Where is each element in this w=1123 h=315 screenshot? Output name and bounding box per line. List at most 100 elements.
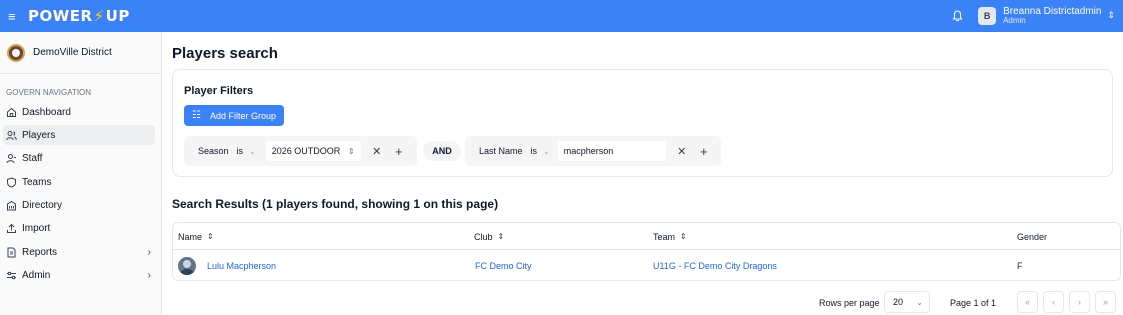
district-switcher[interactable]: DemoVille District [0, 32, 161, 74]
table-row: Lulu Macpherson FC Demo City U11G - FC D… [173, 250, 1120, 281]
sidebar-item-admin[interactable]: Admin › [3, 266, 155, 286]
column-header-gender: Gender [1017, 223, 1047, 250]
home-icon [6, 107, 17, 118]
column-label: Name [178, 231, 203, 242]
filter-field-select[interactable]: Last Name [479, 146, 523, 156]
sidebar-item-staff[interactable]: Staff [3, 149, 155, 169]
nav-section-title: GOVERN NAVIGATION [6, 88, 92, 97]
chevrons-right-icon: » [1102, 297, 1108, 307]
previous-page-button[interactable]: ‹ [1043, 291, 1064, 313]
user-role: Admin [1003, 16, 1026, 26]
table-header: Name ⇕ Club ⇕ Team ⇕ Gender [173, 223, 1120, 250]
team-link[interactable]: U11G - FC Demo City Dragons [653, 250, 777, 281]
users-icon [6, 130, 17, 141]
chevron-right-icon: › [147, 270, 151, 282]
add-filter-icon[interactable]: + [698, 144, 710, 159]
results-table: Name ⇕ Club ⇕ Team ⇕ Gender Lulu Macpherson… [172, 222, 1121, 281]
filter-connector-and[interactable]: AND [423, 141, 461, 161]
filter-settings-icon: ☷ [192, 110, 201, 121]
notifications-bell-icon[interactable] [950, 9, 964, 23]
add-filter-icon[interactable]: + [393, 144, 405, 159]
column-header-name[interactable]: Name ⇕ [178, 223, 214, 250]
sidebar-item-dashboard[interactable]: Dashboard [3, 102, 155, 122]
page-indicator: Page 1 of 1 [950, 298, 997, 308]
player-name-link[interactable]: Lulu Macpherson [178, 250, 276, 281]
page-title: Players search [172, 45, 278, 62]
rows-per-page-value: 20 [893, 297, 904, 307]
logo-text-up: UP [105, 7, 130, 25]
next-page-button[interactable]: › [1069, 291, 1090, 313]
sort-icon: ⇕ [680, 232, 687, 241]
sidebar-item-import[interactable]: Import [3, 219, 155, 239]
results-title: Search Results (1 players found, showing… [172, 197, 499, 211]
sidebar-item-players[interactable]: Players [3, 125, 155, 146]
player-name: Lulu Macpherson [207, 260, 277, 271]
sidebar-item-label: Reports [22, 246, 58, 258]
sidebar-item-label: Dashboard [22, 106, 71, 118]
chevron-down-icon[interactable]: ⌄ [543, 147, 550, 156]
sidebar-item-label: Teams [22, 176, 52, 188]
chevron-down-icon: ⌄ [916, 297, 923, 307]
add-filter-group-label: Add Filter Group [209, 110, 276, 121]
filter-group-season: Season is ⌄ 2026 OUTDOOR ⇕ ✕ + [184, 136, 417, 166]
club-link[interactable]: FC Demo City [475, 250, 532, 281]
chevrons-left-icon: « [1024, 297, 1030, 307]
column-header-team[interactable]: Team ⇕ [653, 223, 687, 250]
filter-value-text: macpherson [563, 146, 614, 156]
sort-icon: ⇕ [497, 232, 505, 241]
filters-title: Player Filters [184, 85, 254, 97]
remove-filter-icon[interactable]: ✕ [676, 145, 688, 158]
last-page-button[interactable]: » [1095, 291, 1116, 313]
chevron-right-icon: › [1078, 297, 1081, 307]
sidebar-item-directory[interactable]: Directory [3, 196, 155, 216]
sliders-icon [6, 270, 17, 281]
filter-group-last-name: Last Name is ⌄ macpherson ✕ + [465, 136, 721, 166]
rows-per-page-select[interactable]: 20 ⌄ [884, 291, 930, 313]
logo-bolt-icon: ⚡ [93, 7, 105, 25]
gender-cell: F [1017, 260, 1023, 271]
filter-operator-select[interactable]: is [531, 146, 538, 156]
sidebar-item-label: Players [22, 129, 56, 141]
rows-per-page-label: Rows per page [819, 298, 880, 308]
remove-filter-icon[interactable]: ✕ [371, 145, 383, 158]
user-avatar[interactable]: B [978, 6, 997, 25]
column-header-club[interactable]: Club ⇕ [474, 223, 504, 250]
column-label: Team [653, 231, 676, 242]
sidebar-item-teams[interactable]: Teams [3, 172, 155, 192]
sidebar: DemoVille District GOVERN NAVIGATION Das… [0, 32, 162, 315]
chevron-left-icon: ‹ [1052, 297, 1055, 307]
main-content: Players search Player Filters ☷ Add Filt… [162, 32, 1123, 315]
column-label: Club [474, 231, 493, 242]
report-icon [6, 247, 17, 258]
player-avatar [178, 256, 196, 275]
district-name: DemoVille District [33, 47, 112, 58]
menu-icon[interactable]: ≡ [8, 10, 22, 23]
app-logo[interactable]: POWER ⚡ UP [28, 7, 130, 25]
add-filter-group-button[interactable]: ☷ Add Filter Group [184, 105, 284, 126]
user-menu-chevron-icon[interactable]: ⇕ [1107, 10, 1115, 21]
chevron-right-icon: › [147, 246, 151, 258]
filter-value-select[interactable]: 2026 OUTDOOR ⇕ [265, 141, 361, 161]
filter-value-text: 2026 OUTDOOR [271, 146, 341, 156]
logo-text-power: POWER [28, 7, 93, 25]
first-page-button[interactable]: « [1017, 291, 1038, 313]
select-chevron-icon: ⇕ [348, 146, 355, 156]
filter-value-input[interactable]: macpherson [557, 141, 666, 161]
upload-icon [6, 223, 17, 234]
top-bar: ≡ POWER ⚡ UP B Breanna Districtadmin Adm… [0, 0, 1123, 32]
filter-operator-select[interactable]: is [237, 146, 244, 156]
filter-field-select[interactable]: Season [198, 146, 229, 156]
column-label: Gender [1017, 231, 1048, 242]
user-menu[interactable]: Breanna Districtadmin Admin [1003, 6, 1101, 26]
sidebar-item-label: Admin [22, 270, 51, 282]
sidebar-item-label: Import [22, 223, 51, 235]
shield-icon [6, 177, 17, 188]
sidebar-item-reports[interactable]: Reports › [3, 242, 155, 262]
building-icon [6, 200, 17, 211]
chevron-down-icon[interactable]: ⌄ [249, 147, 256, 156]
district-logo [7, 43, 25, 62]
player-filters-card: Player Filters ☷ Add Filter Group Season… [172, 69, 1113, 177]
sidebar-item-label: Directory [22, 200, 63, 212]
user-staff-icon [6, 153, 17, 164]
sort-icon: ⇕ [207, 232, 214, 241]
